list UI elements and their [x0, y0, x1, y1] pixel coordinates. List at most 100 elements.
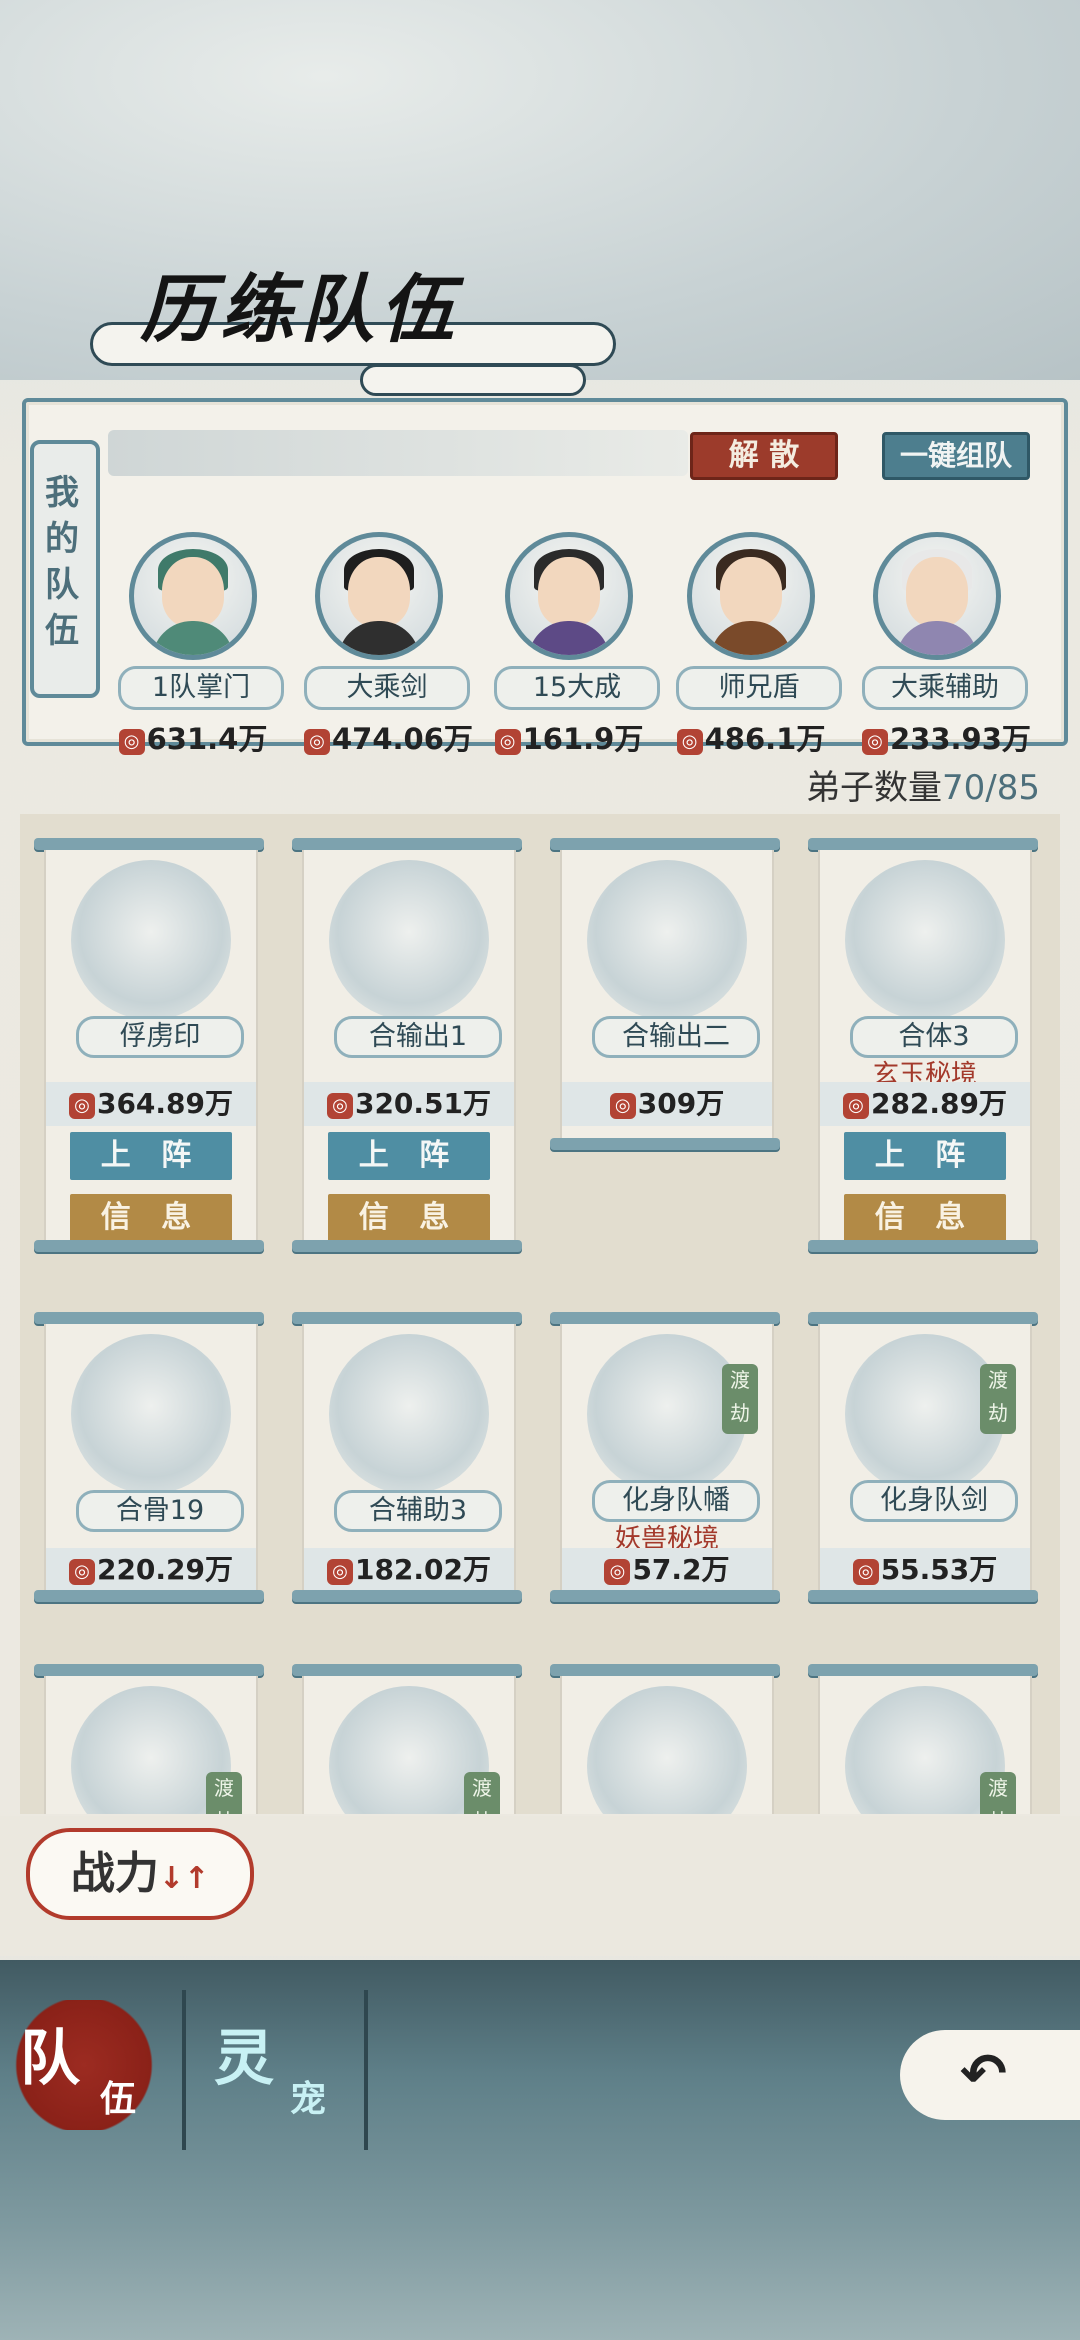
scroll-rod: [808, 1590, 1038, 1602]
disciple-name: 俘虏印: [76, 1016, 244, 1058]
tab-pet[interactable]: 灵: [214, 2010, 274, 2097]
scroll-rod: [808, 1312, 1038, 1324]
gourd-icon: ◎: [326, 1093, 353, 1119]
member-avatar: [687, 532, 815, 660]
disciple-power: ◎ 309万: [562, 1082, 772, 1126]
disciple-power: ◎ 282.89万: [820, 1082, 1030, 1126]
team-member[interactable]: 1队掌门 ◎ 631.4万: [118, 532, 284, 758]
disciple-card[interactable]: 合输出二 ◎ 309万: [550, 838, 780, 1178]
tribulation-badge: 渡劫: [722, 1364, 758, 1434]
gourd-icon: ◎: [676, 729, 703, 755]
disciple-portrait: [71, 860, 231, 1020]
sort-arrows-icon: ↓↑: [158, 1861, 210, 1896]
scroll-rod: [808, 1664, 1038, 1676]
disciple-portrait: [587, 860, 747, 1020]
disciple-name: 化身队幡: [592, 1480, 760, 1522]
gourd-icon: ◎: [842, 1093, 869, 1119]
deploy-button[interactable]: 上 阵: [70, 1132, 232, 1180]
disciple-name: 化身队剑: [850, 1480, 1018, 1522]
disciple-portrait: [587, 1686, 747, 1814]
disciple-portrait: [329, 860, 489, 1020]
member-name: 大乘剑: [304, 666, 470, 710]
disciple-card[interactable]: 渡劫: [808, 1664, 1038, 1814]
disciple-portrait: [71, 1334, 231, 1494]
gourd-icon: ◎: [862, 729, 888, 755]
team-member[interactable]: 大乘剑 ◎ 474.06万: [304, 532, 473, 758]
tab-divider: [364, 1990, 368, 2150]
scroll-rod: [34, 1240, 264, 1252]
gourd-icon: ◎: [604, 1559, 631, 1585]
tribulation-badge: 渡劫: [980, 1772, 1016, 1814]
disciple-card[interactable]: 俘虏印 ◎ 364.89万 上 阵 信 息: [34, 838, 264, 1268]
team-member[interactable]: 师兄盾 ◎ 486.1万: [676, 532, 842, 758]
disciple-card[interactable]: 渡劫 化身队幡 妖兽秘境 ◎ 57.2万: [550, 1312, 780, 1612]
scroll-rod: [292, 838, 522, 850]
member-name: 师兄盾: [676, 666, 842, 710]
tribulation-badge: 渡劫: [464, 1772, 500, 1814]
page-title: 历练队伍: [140, 267, 460, 353]
tab-team[interactable]: 队: [20, 2010, 80, 2097]
disciple-card[interactable]: 合输出1 ◎ 320.51万 上 阵 信 息: [292, 838, 522, 1268]
team-name-bar: [108, 430, 688, 476]
scroll-rod: [808, 1240, 1038, 1252]
info-button[interactable]: 信 息: [844, 1194, 1006, 1242]
team-member[interactable]: 大乘辅助 ◎ 233.93万: [862, 532, 1031, 758]
disciple-count: 弟子数量70/85: [806, 768, 1040, 808]
disciple-portrait: [845, 860, 1005, 1020]
scroll-rod: [550, 1138, 780, 1150]
disciple-card[interactable]: 合辅助3 ◎ 182.02万: [292, 1312, 522, 1612]
disciple-name: 合辅助3: [334, 1490, 502, 1532]
disciple-portrait: [329, 1334, 489, 1494]
disciple-card[interactable]: [550, 1664, 780, 1814]
disciple-card[interactable]: 渡劫: [34, 1664, 264, 1814]
disciple-name: 合输出1: [334, 1016, 502, 1058]
sort-power-button[interactable]: 战力↓↑: [26, 1828, 254, 1920]
member-avatar: [315, 532, 443, 660]
gourd-icon: ◎: [326, 1559, 353, 1585]
disciple-power: ◎ 320.51万: [304, 1082, 514, 1126]
gourd-icon: ◎: [852, 1559, 879, 1585]
team-member[interactable]: 15大成 ◎ 161.9万: [494, 532, 660, 758]
member-power: ◎ 486.1万: [676, 716, 826, 758]
deploy-button[interactable]: 上 阵: [328, 1132, 490, 1180]
disciple-grid: 俘虏印 ◎ 364.89万 上 阵 信 息 合输出1 ◎ 320.51万 上 阵 信…: [20, 814, 1060, 1814]
disciple-power: ◎ 55.53万: [820, 1548, 1030, 1592]
scroll-rod: [34, 1664, 264, 1676]
gourd-icon: ◎: [304, 729, 330, 755]
gourd-icon: ◎: [68, 1559, 95, 1585]
scroll-rod: [550, 1664, 780, 1676]
scroll-rod: [34, 1590, 264, 1602]
disciple-card[interactable]: 合骨19 ◎ 220.29万: [34, 1312, 264, 1612]
scroll-rod: [550, 1590, 780, 1602]
scroll-rod: [292, 1590, 522, 1602]
disciple-power: ◎ 364.89万: [46, 1082, 256, 1126]
disciple-card[interactable]: 渡劫 化身队剑 ◎ 55.53万: [808, 1312, 1038, 1612]
disciple-card[interactable]: 合体3 玄玉秘境 ◎ 282.89万 上 阵 信 息: [808, 838, 1038, 1268]
back-button[interactable]: ↶: [900, 2030, 1080, 2120]
scroll-rod: [550, 838, 780, 850]
scroll-rod: [550, 1312, 780, 1324]
scroll-rod: [292, 1240, 522, 1252]
member-power: ◎ 474.06万: [304, 716, 473, 758]
deploy-button[interactable]: 上 阵: [844, 1132, 1006, 1180]
member-name: 大乘辅助: [862, 666, 1028, 710]
info-button[interactable]: 信 息: [328, 1194, 490, 1242]
auto-form-team-button[interactable]: 一键组队: [882, 432, 1030, 480]
tab-pet-sub: 宠: [290, 2079, 327, 2120]
disciple-name: 合体3: [850, 1016, 1018, 1058]
member-avatar: [129, 532, 257, 660]
scroll-rod: [292, 1664, 522, 1676]
tab-divider: [182, 1990, 186, 2150]
member-name: 15大成: [494, 666, 660, 710]
member-power: ◎ 631.4万: [118, 716, 268, 758]
info-button[interactable]: 信 息: [70, 1194, 232, 1242]
disband-button[interactable]: 解 散: [690, 432, 838, 480]
scroll-rod: [34, 838, 264, 850]
disciple-power: ◎ 182.02万: [304, 1548, 514, 1592]
disciple-power: ◎ 57.2万: [562, 1548, 772, 1592]
disciple-card[interactable]: 渡劫: [292, 1664, 522, 1814]
bottom-nav: [0, 1960, 1080, 2340]
tribulation-badge: 渡劫: [206, 1772, 242, 1814]
gourd-icon: ◎: [68, 1093, 95, 1119]
tribulation-badge: 渡劫: [980, 1364, 1016, 1434]
